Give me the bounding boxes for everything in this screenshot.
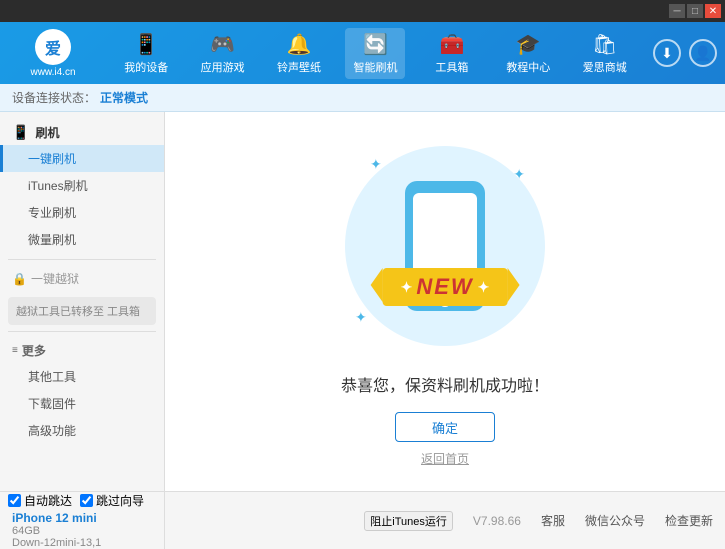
bottom-full-bar: 自动跳达 跳过向导 iPhone 12 mini 64GB Down-12min… xyxy=(0,491,725,549)
sidebar-item-itunes-flash[interactable]: iTunes刷机 xyxy=(0,172,164,199)
content-area: ✦ ✦ ✦ ✦ NEW ✦ 恭喜您，保资料刷机成功啦！ 确定 返回首页 xyxy=(165,112,725,491)
main-layout: 📱 刷机 一键刷机 iTunes刷机 专业刷机 微量刷机 🔒 一键越狱 越狱工具… xyxy=(0,112,725,491)
my-device-label: 我的设备 xyxy=(124,59,168,75)
version-text: V7.98.66 xyxy=(473,514,521,528)
nav-bar: 爱 www.i4.cn 📱 我的设备 🎮 应用游戏 🔔 铃声壁纸 🔄 智能刷机 … xyxy=(0,22,725,84)
jailbreak-label: 一键越狱 xyxy=(31,270,79,287)
success-message: 恭喜您，保资料刷机成功啦！ xyxy=(341,372,549,396)
auto-follow-input[interactable] xyxy=(8,494,21,507)
sidebar-section-flash: 📱 刷机 xyxy=(0,120,164,145)
bottom-sidebar-part: 自动跳达 跳过向导 iPhone 12 mini 64GB Down-12min… xyxy=(0,492,165,549)
nav-items: 📱 我的设备 🎮 应用游戏 🔔 铃声壁纸 🔄 智能刷机 🧰 工具箱 🎓 教程中心… xyxy=(108,28,643,79)
apps-games-icon: 🎮 xyxy=(210,32,235,57)
download-button[interactable]: ⬇ xyxy=(653,39,681,67)
toolbox-icon: 🧰 xyxy=(439,32,464,57)
nav-item-smart-flash[interactable]: 🔄 智能刷机 xyxy=(345,28,405,79)
tutorials-icon: 🎓 xyxy=(516,32,541,57)
account-button[interactable]: 👤 xyxy=(689,39,717,67)
auto-follow-checkbox[interactable]: 自动跳达 xyxy=(8,492,72,509)
sparkle-1: ✦ xyxy=(370,156,382,173)
auto-follow-label: 自动跳达 xyxy=(24,492,72,509)
sidebar: 📱 刷机 一键刷机 iTunes刷机 专业刷机 微量刷机 🔒 一键越狱 越狱工具… xyxy=(0,112,165,491)
ribbon-body: ✦ NEW ✦ xyxy=(383,268,508,306)
skip-guide-label: 跳过向导 xyxy=(96,492,144,509)
smart-flash-label: 智能刷机 xyxy=(353,59,397,75)
skip-guide-input[interactable] xyxy=(80,494,93,507)
nav-right: ⬇ 👤 xyxy=(653,39,717,67)
skip-guide-checkbox[interactable]: 跳过向导 xyxy=(80,492,144,509)
logo-icon: 爱 xyxy=(35,29,71,65)
stop-itunes-button[interactable]: 阻止iTunes运行 xyxy=(364,511,453,531)
nav-logo: 爱 www.i4.cn xyxy=(8,29,98,78)
customer-service-link[interactable]: 客服 xyxy=(541,512,565,529)
title-bar: ─ □ ✕ xyxy=(0,0,725,22)
toolbox-label: 工具箱 xyxy=(435,59,468,75)
flash-section-icon: 📱 xyxy=(12,124,29,141)
sidebar-item-jailbreak: 🔒 一键越狱 xyxy=(0,266,164,291)
sidebar-more-section: ≡ 更多 xyxy=(0,338,164,363)
ribbon-star-left: ✦ xyxy=(401,279,413,296)
ringtones-icon: 🔔 xyxy=(287,32,312,57)
sidebar-item-advanced[interactable]: 高级功能 xyxy=(0,417,164,444)
device-storage: 64GB xyxy=(12,525,156,537)
sidebar-item-save-flash[interactable]: 微量刷机 xyxy=(0,226,164,253)
smart-flash-icon: 🔄 xyxy=(363,32,388,57)
ringtones-label: 铃声壁纸 xyxy=(277,59,321,75)
bottom-content-part: 阻止iTunes运行 V7.98.66 客服 微信公众号 检查更新 xyxy=(165,492,725,549)
checkboxes-row: 自动跳达 跳过向导 xyxy=(8,492,156,509)
ribbon-text: NEW xyxy=(416,274,473,300)
sidebar-info-box: 越狱工具已转移至 工具箱 xyxy=(8,297,156,325)
flash-section-title: 刷机 xyxy=(35,124,59,141)
more-title: 更多 xyxy=(22,342,46,359)
ribbon-arrow-left xyxy=(371,268,383,302)
nav-item-shop[interactable]: 🛍 爱思商城 xyxy=(575,28,635,79)
ribbon-star-right: ✦ xyxy=(478,279,490,296)
confirm-button[interactable]: 确定 xyxy=(395,412,495,442)
sidebar-item-one-click-flash[interactable]: 一键刷机 xyxy=(0,145,164,172)
back-link[interactable]: 返回首页 xyxy=(421,450,469,467)
shop-icon: 🛍 xyxy=(592,32,617,57)
nav-item-my-device[interactable]: 📱 我的设备 xyxy=(116,28,176,79)
status-bar: 设备连接状态： 正常模式 xyxy=(0,84,725,112)
check-update-link[interactable]: 检查更新 xyxy=(665,512,713,529)
phone-illustration: ✦ ✦ ✦ ✦ NEW ✦ xyxy=(335,136,555,356)
apps-games-label: 应用游戏 xyxy=(201,59,245,75)
sidebar-divider-2 xyxy=(8,331,156,332)
new-ribbon: ✦ NEW ✦ xyxy=(383,268,508,306)
nav-item-toolbox[interactable]: 🧰 工具箱 xyxy=(422,28,482,79)
logo-site: www.i4.cn xyxy=(30,67,75,78)
lock-icon: 🔒 xyxy=(12,272,27,286)
sidebar-item-download-firmware[interactable]: 下载固件 xyxy=(0,390,164,417)
sparkle-2: ✦ xyxy=(513,166,525,183)
maximize-button[interactable]: □ xyxy=(687,4,703,18)
device-info: iPhone 12 mini 64GB Down-12mini-13,1 xyxy=(8,511,156,549)
my-device-icon: 📱 xyxy=(134,32,159,57)
sidebar-divider-1 xyxy=(8,259,156,260)
status-label: 设备连接状态： xyxy=(12,89,96,106)
status-value: 正常模式 xyxy=(100,89,148,106)
wechat-link[interactable]: 微信公众号 xyxy=(585,512,645,529)
sidebar-item-other-tools[interactable]: 其他工具 xyxy=(0,363,164,390)
more-icon: ≡ xyxy=(12,345,18,356)
tutorials-label: 教程中心 xyxy=(506,59,550,75)
nav-item-tutorials[interactable]: 🎓 教程中心 xyxy=(498,28,558,79)
close-button[interactable]: ✕ xyxy=(705,4,721,18)
minimize-button[interactable]: ─ xyxy=(669,4,685,18)
sparkle-3: ✦ xyxy=(355,309,367,326)
nav-item-ringtones[interactable]: 🔔 铃声壁纸 xyxy=(269,28,329,79)
device-version: Down-12mini-13,1 xyxy=(12,537,156,549)
ribbon-arrow-right xyxy=(507,268,519,302)
shop-label: 爱思商城 xyxy=(583,59,627,75)
nav-item-apps-games[interactable]: 🎮 应用游戏 xyxy=(193,28,253,79)
sidebar-item-pro-flash[interactable]: 专业刷机 xyxy=(0,199,164,226)
